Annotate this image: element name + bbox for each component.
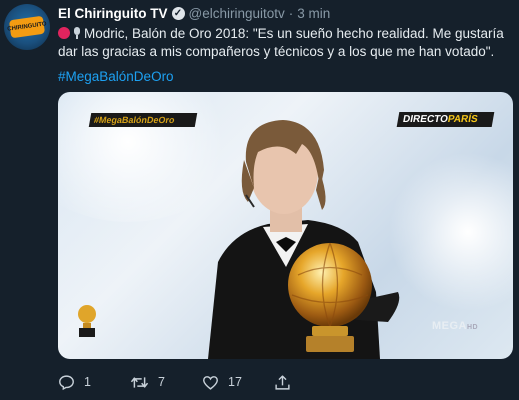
separator: · [288,6,294,21]
small-trophy-icon [78,305,96,337]
avatar[interactable]: CHIRINGUITO [4,4,50,50]
like-count: 17 [228,375,242,389]
retweet-icon [130,376,149,388]
share-button[interactable] [274,372,291,392]
verified-badge-icon: ✓ [171,7,185,20]
tweet-actions: 1 7 17 [58,372,513,392]
channel-logo: MEGAHD [432,320,478,332]
hashtag-overlay: #MegaBalónDeOro [88,113,198,127]
microphone-icon [73,27,81,39]
share-icon [275,374,290,390]
channel-logo-suffix: HD [467,324,479,331]
tweet-header: El Chiringuito TV ✓ @elchiringuitotv · 3… [58,6,330,21]
chiringuito-logo: CHIRINGUITO [7,15,47,39]
reply-count: 1 [84,375,91,389]
author-name[interactable]: El Chiringuito TV [58,6,168,21]
channel-logo-text: MEGA [432,320,467,332]
tweet-text-content: Modric, Balón de Oro 2018: "Es un sueño … [58,26,504,59]
retweet-count: 7 [158,375,165,389]
live-label: DIRECTO [402,114,449,125]
location-label: PARÍS [446,114,479,125]
red-circle-icon [58,27,70,39]
hashtag-link[interactable]: #MegaBalónDeOro [58,69,174,84]
media-image[interactable]: #MegaBalónDeOro DIRECTO PARÍS MEGAHD [58,92,513,359]
live-paris-overlay: DIRECTO PARÍS [396,112,495,127]
like-icon [203,375,218,390]
author-handle[interactable]: @elchiringuitotv [189,6,285,21]
tweet-card[interactable]: CHIRINGUITO El Chiringuito TV ✓ @elchiri… [0,0,519,400]
timestamp[interactable]: 3 min [297,6,330,21]
tweet-text: Modric, Balón de Oro 2018: "Es un sueño … [58,25,513,61]
reply-icon [59,374,74,390]
like-button[interactable]: 17 [202,372,242,392]
retweet-button[interactable]: 7 [130,372,165,392]
reply-button[interactable]: 1 [58,372,91,392]
ballon-dor-trophy-icon [288,242,372,352]
